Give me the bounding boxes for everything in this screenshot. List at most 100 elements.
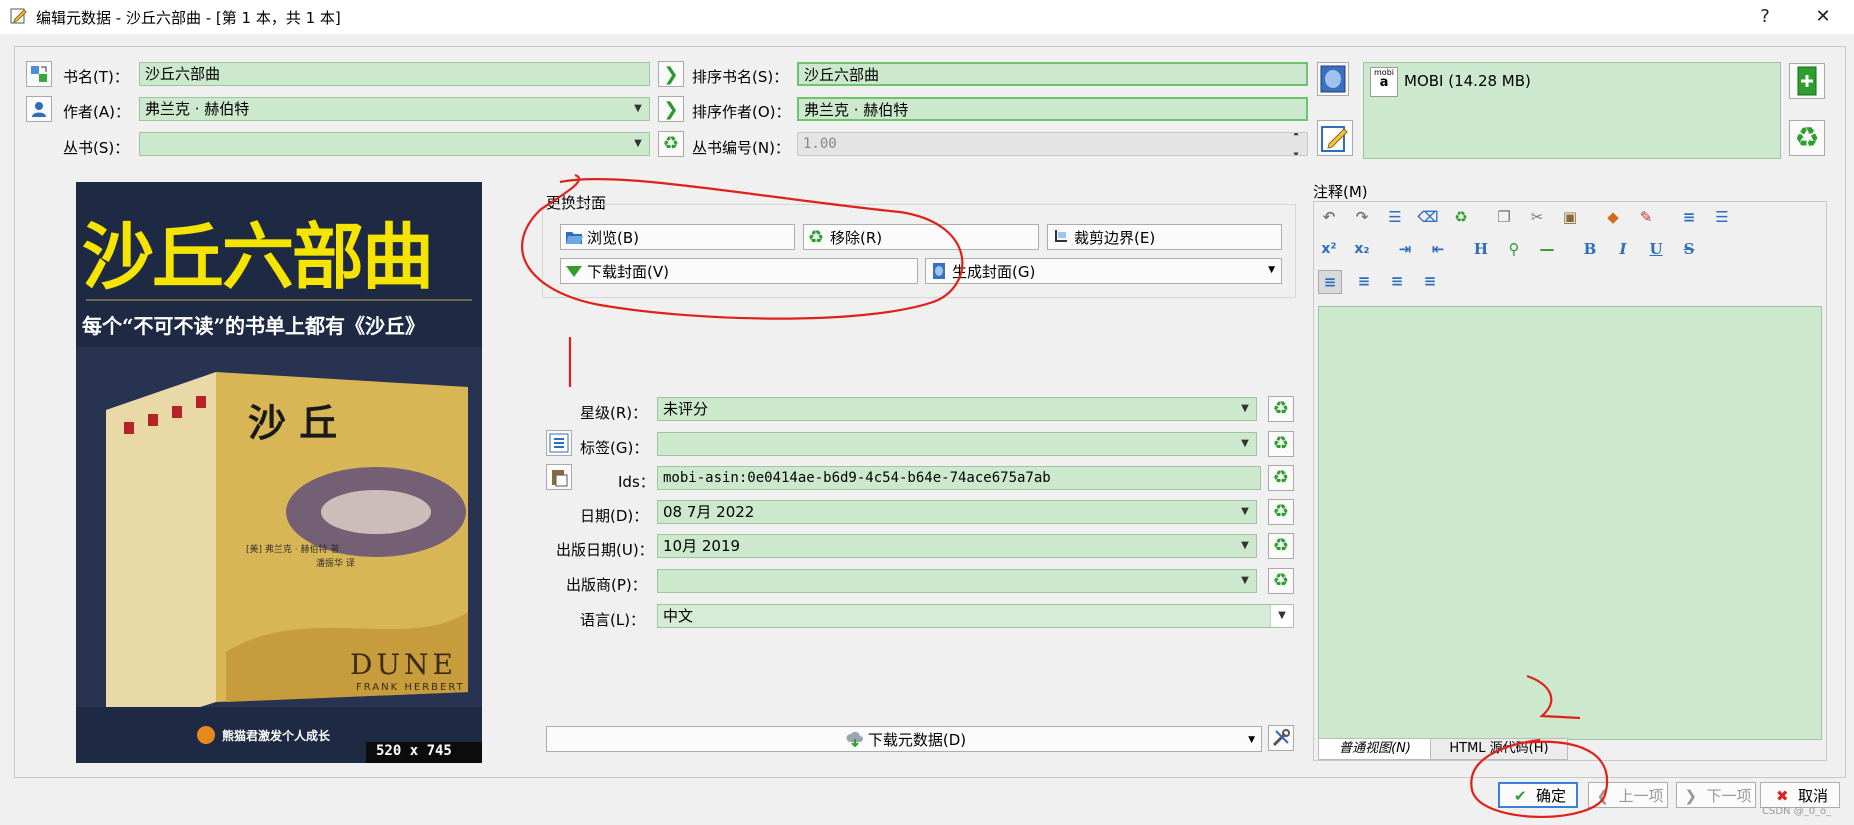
ids-field[interactable]: mobi-asin:0e0414ae-b6d9-4c54-b64e-74ace6… bbox=[657, 466, 1261, 490]
series-field[interactable]: ▼ bbox=[139, 132, 650, 156]
author-value: 弗兰克 · 赫伯特 bbox=[145, 100, 250, 118]
clear-date-button[interactable]: ♻ bbox=[1268, 499, 1294, 525]
ordered-list-icon[interactable]: ≡ bbox=[1678, 206, 1700, 228]
ok-button[interactable]: ✔ 确定 bbox=[1498, 782, 1578, 808]
unordered-list-icon[interactable]: ☰ bbox=[1711, 206, 1733, 228]
chevron-down-icon[interactable]: ▼ bbox=[1234, 398, 1256, 420]
close-window-button[interactable]: ✕ bbox=[1800, 0, 1846, 34]
remove-cover-button[interactable]: ♻ 移除(R) bbox=[803, 224, 1039, 250]
manage-tags-button[interactable] bbox=[546, 430, 572, 456]
spin-arrows-icon[interactable]: ▲ ▼ bbox=[1285, 133, 1307, 155]
text-color-icon[interactable]: ✎ bbox=[1635, 206, 1657, 228]
cancel-button[interactable]: ✖ 取消 bbox=[1760, 782, 1840, 808]
underline-icon[interactable]: U bbox=[1645, 238, 1667, 260]
recycle-icon: ♻ bbox=[1272, 501, 1290, 522]
tags-label: 标签(G)： bbox=[580, 439, 649, 457]
subscript-icon[interactable]: x₂ bbox=[1351, 238, 1373, 260]
chevron-down-icon[interactable]: ▼ bbox=[627, 133, 649, 155]
bold-icon[interactable]: B bbox=[1579, 238, 1601, 260]
clear-pubdate-button[interactable]: ♻ bbox=[1268, 533, 1294, 559]
rating-select[interactable]: 未评分 ▼ bbox=[657, 397, 1257, 421]
align-center-icon[interactable]: ≡ bbox=[1353, 270, 1375, 292]
align-justify-icon[interactable]: ≡ bbox=[1419, 270, 1441, 292]
chevron-down-icon[interactable]: ▼ bbox=[1248, 735, 1255, 745]
sort-title-field[interactable]: 沙丘六部曲 bbox=[797, 62, 1308, 86]
sort-author-field[interactable]: 弗兰克 · 赫伯特 bbox=[797, 97, 1308, 121]
superscript-icon[interactable]: x² bbox=[1318, 238, 1340, 260]
window-title: 编辑元数据 - 沙丘六部曲 - [第 1 本，共 1 本] bbox=[36, 9, 341, 27]
recycle-icon: ♻ bbox=[1272, 570, 1290, 591]
manage-authors-button[interactable] bbox=[26, 96, 52, 122]
formats-list[interactable]: mobi a MOBI (14.28 MB) bbox=[1363, 62, 1781, 159]
chevron-down-icon[interactable]: ▼ bbox=[627, 98, 649, 120]
indent-icon[interactable]: ⇥ bbox=[1394, 238, 1416, 260]
remove-format-button[interactable]: ♻ bbox=[1789, 120, 1825, 156]
date-label: 日期(D)： bbox=[580, 507, 649, 525]
recycle-icon[interactable]: ♻ bbox=[1450, 206, 1472, 228]
cut-icon[interactable]: ✂ bbox=[1526, 206, 1548, 228]
chevron-down-icon[interactable]: ▼ bbox=[1234, 501, 1256, 523]
browse-cover-button[interactable]: 浏览(B) bbox=[560, 224, 795, 250]
horizontal-rule-icon[interactable]: — bbox=[1536, 238, 1558, 260]
tab-html-source[interactable]: HTML 源代码(H) bbox=[1430, 738, 1568, 760]
generate-cover-button[interactable]: 生成封面(G) ▼ bbox=[925, 258, 1282, 284]
clear-series-button[interactable]: ♻ bbox=[658, 131, 684, 157]
configure-download-button[interactable] bbox=[1268, 725, 1294, 751]
title-field[interactable]: 沙丘六部曲 bbox=[139, 62, 650, 86]
chevron-down-icon[interactable]: ▼ bbox=[1234, 433, 1256, 455]
clear-ids-button[interactable]: ♻ bbox=[1268, 465, 1294, 491]
copy-author-to-sort-button[interactable]: ❯ bbox=[658, 96, 684, 122]
insert-link-icon[interactable]: ⚲ bbox=[1503, 238, 1525, 260]
trim-cover-button[interactable]: 裁剪边界(E) bbox=[1047, 224, 1282, 250]
series-index-spinbox[interactable]: 1.00 ▲ ▼ bbox=[797, 132, 1308, 156]
tags-field[interactable]: ▼ bbox=[657, 432, 1257, 456]
arrow-right-icon: ❯ bbox=[663, 98, 679, 120]
eraser-icon[interactable]: ⌫ bbox=[1417, 206, 1439, 228]
date-field[interactable]: 08 7月 2022 ▼ bbox=[657, 500, 1257, 524]
remove-label: 移除(R) bbox=[830, 228, 883, 247]
chevron-down-icon[interactable]: ▼ bbox=[1234, 570, 1256, 592]
pubdate-field[interactable]: 10月 2019 ▼ bbox=[657, 534, 1257, 558]
italic-icon[interactable]: I bbox=[1612, 238, 1634, 260]
align-left-icon[interactable]: ≡ bbox=[1318, 270, 1342, 294]
cover-thumbnail-button[interactable] bbox=[1317, 62, 1349, 96]
trim-label: 裁剪边界(E) bbox=[1074, 228, 1156, 247]
clear-publisher-button[interactable]: ♻ bbox=[1268, 568, 1294, 594]
align-right-icon[interactable]: ≡ bbox=[1386, 270, 1408, 292]
format-item[interactable]: MOBI (14.28 MB) bbox=[1404, 72, 1531, 90]
chevron-down-icon[interactable]: ▼ bbox=[1234, 535, 1256, 557]
clear-tags-button[interactable]: ♻ bbox=[1268, 431, 1294, 457]
download-cover-button[interactable]: 下载封面(V) bbox=[560, 258, 918, 284]
chevron-down-icon[interactable]: ▼ bbox=[1270, 605, 1293, 627]
clear-rating-button[interactable]: ♻ bbox=[1268, 396, 1294, 422]
next-label: 下一项 bbox=[1706, 786, 1752, 805]
strikethrough-icon[interactable]: S bbox=[1678, 238, 1700, 260]
download-metadata-button[interactable]: 下载元数据(D) ▼ bbox=[546, 726, 1262, 752]
redo-icon[interactable]: ↷ bbox=[1351, 206, 1373, 228]
tab-normal-view[interactable]: 普通视图(N) bbox=[1318, 738, 1432, 760]
language-field[interactable]: 中文 ▼ bbox=[657, 604, 1294, 628]
author-label: 作者(A)： bbox=[63, 103, 130, 121]
paste-ids-button[interactable] bbox=[546, 464, 572, 490]
heading-icon[interactable]: H bbox=[1470, 238, 1492, 260]
folder-open-icon bbox=[566, 232, 583, 244]
help-button[interactable]: ? bbox=[1742, 0, 1788, 34]
cover-book-title: 沙 丘 bbox=[248, 400, 338, 445]
crop-icon bbox=[1055, 230, 1067, 242]
edit-metadata-bulk-button[interactable] bbox=[1317, 120, 1353, 156]
title-case-button[interactable] bbox=[26, 61, 52, 87]
comments-text-area[interactable] bbox=[1318, 306, 1822, 740]
chevron-down-icon[interactable]: ▼ bbox=[1268, 265, 1275, 275]
undo-icon[interactable]: ↶ bbox=[1318, 206, 1340, 228]
add-format-button[interactable] bbox=[1789, 63, 1825, 99]
select-all-icon[interactable]: ☰ bbox=[1384, 206, 1406, 228]
outdent-icon[interactable]: ⇤ bbox=[1427, 238, 1449, 260]
author-field[interactable]: 弗兰克 · 赫伯特 ▼ bbox=[139, 97, 650, 121]
background-color-icon[interactable]: ◆ bbox=[1602, 206, 1624, 228]
next-button[interactable]: ❯ 下一项 bbox=[1676, 782, 1756, 808]
previous-button[interactable]: ❮ 上一项 bbox=[1588, 782, 1668, 808]
copy-title-to-sort-button[interactable]: ❯ bbox=[658, 61, 684, 87]
copy-icon[interactable]: ❐ bbox=[1493, 206, 1515, 228]
publisher-field[interactable]: ▼ bbox=[657, 569, 1257, 593]
paste-icon[interactable]: ▣ bbox=[1559, 206, 1581, 228]
